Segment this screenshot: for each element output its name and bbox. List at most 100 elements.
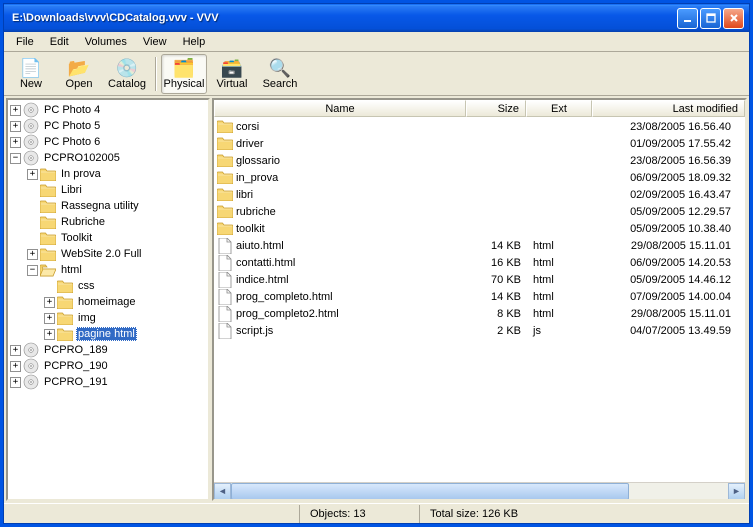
list-row[interactable]: script.js2 KBjs04/07/2005 13.49.59: [215, 322, 744, 339]
list-row[interactable]: corsi23/08/2005 16.56.40: [215, 118, 744, 135]
expander-icon[interactable]: +: [10, 105, 21, 116]
list-row[interactable]: driver01/09/2005 17.55.42: [215, 135, 744, 152]
tree-label: Rubriche: [59, 216, 107, 228]
expander-icon[interactable]: −: [10, 153, 21, 164]
list-row[interactable]: aiuto.html14 KBhtml29/08/2005 15.11.01: [215, 237, 744, 254]
file-ext: html: [527, 291, 593, 303]
tree-item[interactable]: − PCPRO102005: [10, 150, 206, 166]
menu-edit[interactable]: Edit: [42, 34, 77, 50]
cd-icon: 💿: [116, 58, 138, 78]
list-body[interactable]: corsi23/08/2005 16.56.40driver01/09/2005…: [214, 117, 745, 482]
expander-icon[interactable]: −: [27, 265, 38, 276]
tree-label: PCPRO_191: [42, 376, 110, 388]
search-button[interactable]: 🔍Search: [257, 54, 303, 94]
minimize-button[interactable]: [677, 8, 698, 29]
tree-view[interactable]: + PC Photo 4 + PC Photo 5 +PC Photo 6 − PCPRO1…: [6, 98, 210, 501]
tree-item[interactable]: Libri: [10, 182, 206, 198]
file-date: 01/09/2005 17.55.42: [593, 138, 743, 150]
expander-icon[interactable]: +: [44, 329, 55, 340]
scroll-left-button[interactable]: ◄: [214, 483, 231, 500]
list-row[interactable]: toolkit05/09/2005 10.38.40: [215, 220, 744, 237]
tree-item[interactable]: + PC Photo 5: [10, 118, 206, 134]
tree-label: Toolkit: [59, 232, 94, 244]
expander-icon[interactable]: +: [10, 345, 21, 356]
list-row[interactable]: glossario23/08/2005 16.56.39: [215, 152, 744, 169]
file-size: 70 KB: [467, 274, 527, 286]
tree-item[interactable]: css: [10, 278, 206, 294]
status-spacer: [4, 505, 299, 523]
folder-icon: [217, 119, 233, 135]
list-header: Name Size Ext Last modified: [214, 100, 745, 117]
scroll-right-button[interactable]: ►: [728, 483, 745, 500]
expander-icon[interactable]: +: [44, 297, 55, 308]
tree-item[interactable]: +homeimage: [10, 294, 206, 310]
file-name: glossario: [236, 155, 280, 167]
list-row[interactable]: indice.html70 KBhtml05/09/2005 14.46.12: [215, 271, 744, 288]
expander-icon[interactable]: +: [10, 137, 21, 148]
physical-button[interactable]: 🗂️Physical: [161, 54, 207, 94]
virtual-button[interactable]: 🗃️Virtual: [209, 54, 255, 94]
cd-icon: [23, 120, 39, 133]
scroll-thumb[interactable]: [231, 483, 629, 500]
list-row[interactable]: libri02/09/2005 16.43.47: [215, 186, 744, 203]
file-name: prog_completo.html: [236, 291, 333, 303]
folder-icon: [57, 328, 73, 341]
tree-item[interactable]: +PC Photo 6: [10, 134, 206, 150]
folder-icon: [217, 170, 233, 186]
list-row[interactable]: in_prova06/09/2005 18.09.32: [215, 169, 744, 186]
expander-icon[interactable]: +: [44, 313, 55, 324]
expander-icon[interactable]: +: [27, 169, 38, 180]
column-date[interactable]: Last modified: [592, 100, 745, 117]
new-button[interactable]: 📄New: [8, 54, 54, 94]
tree-label: PCPRO102005: [42, 152, 122, 164]
menu-file[interactable]: File: [8, 34, 42, 50]
menu-help[interactable]: Help: [175, 34, 214, 50]
file-name: indice.html: [236, 274, 289, 286]
column-name[interactable]: Name: [214, 100, 466, 117]
expander-icon[interactable]: +: [10, 361, 21, 372]
tree-item[interactable]: +WebSite 2.0 Full: [10, 246, 206, 262]
catalog-button[interactable]: 💿Catalog: [104, 54, 150, 94]
tree-item[interactable]: +PCPRO_189: [10, 342, 206, 358]
menu-volumes[interactable]: Volumes: [77, 34, 135, 50]
tree-item[interactable]: − html: [10, 262, 206, 278]
titlebar[interactable]: E:\Downloads\vvv\CDCatalog.vvv - VVV: [4, 4, 749, 32]
list-row[interactable]: rubriche05/09/2005 12.29.57: [215, 203, 744, 220]
list-row[interactable]: prog_completo.html14 KBhtml07/09/2005 14…: [215, 288, 744, 305]
open-button[interactable]: 📂Open: [56, 54, 102, 94]
tree-label: PC Photo 4: [42, 104, 102, 116]
tree-item[interactable]: Toolkit: [10, 230, 206, 246]
column-ext[interactable]: Ext: [526, 100, 592, 117]
physical-icon: 🗂️: [173, 58, 195, 78]
tree-item[interactable]: + img: [10, 310, 206, 326]
file-name: script.js: [236, 325, 273, 337]
expander-icon[interactable]: +: [10, 121, 21, 132]
tree-item[interactable]: + PC Photo 4: [10, 102, 206, 118]
list-row[interactable]: contatti.html16 KBhtml06/09/2005 14.20.5…: [215, 254, 744, 271]
maximize-button[interactable]: [700, 8, 721, 29]
column-size[interactable]: Size: [466, 100, 526, 117]
scroll-track[interactable]: [231, 483, 728, 500]
horizontal-scrollbar[interactable]: ◄ ►: [214, 482, 745, 499]
file-name: in_prova: [236, 172, 278, 184]
tree-item[interactable]: Rassegna utility: [10, 198, 206, 214]
tree-item[interactable]: + PCPRO_191: [10, 374, 206, 390]
tree-item[interactable]: + In prova: [10, 166, 206, 182]
tree-label: In prova: [59, 168, 103, 180]
file-ext: js: [527, 325, 593, 337]
tree-label: img: [76, 312, 98, 324]
tree-label: html: [59, 264, 84, 276]
menu-view[interactable]: View: [135, 34, 175, 50]
expander-icon[interactable]: +: [10, 377, 21, 388]
close-button[interactable]: [723, 8, 744, 29]
tree-item[interactable]: +PCPRO_190: [10, 358, 206, 374]
folder-icon: [217, 187, 233, 203]
file-icon: [217, 306, 233, 322]
tree-item[interactable]: Rubriche: [10, 214, 206, 230]
expander-icon[interactable]: +: [27, 249, 38, 260]
tree-label: PC Photo 5: [42, 120, 102, 132]
tree-item[interactable]: +pagine html: [10, 326, 206, 342]
list-row[interactable]: prog_completo2.html8 KBhtml29/08/2005 15…: [215, 305, 744, 322]
file-date: 29/08/2005 15.11.01: [593, 240, 743, 252]
menubar: File Edit Volumes View Help: [4, 32, 749, 52]
